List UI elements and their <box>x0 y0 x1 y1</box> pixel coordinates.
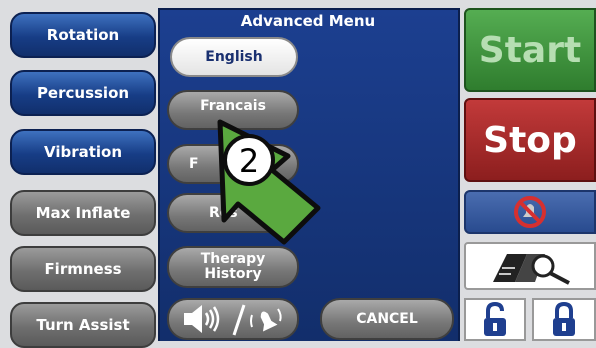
sound-alarm-button[interactable] <box>167 298 299 340</box>
speaker-bell-icons <box>184 304 282 336</box>
start-button[interactable]: Start <box>464 8 596 92</box>
cancel-button[interactable]: CANCEL <box>320 298 454 340</box>
unlock-button[interactable] <box>464 298 526 341</box>
unlocked-padlock-icon <box>484 301 506 336</box>
max-inflate-label: Max Inflate <box>35 204 131 222</box>
speaker-icon <box>184 305 220 333</box>
rotation-button[interactable]: Rotation <box>10 12 156 58</box>
percussion-label: Percussion <box>36 84 130 102</box>
stop-button[interactable]: Stop <box>464 98 596 182</box>
firmness-label: Firmness <box>44 260 122 278</box>
lock-button[interactable] <box>532 298 596 341</box>
firmness-button[interactable]: Firmness <box>10 246 156 292</box>
vibration-label: Vibration <box>43 143 123 161</box>
percussion-button[interactable]: Percussion <box>10 70 156 116</box>
book-magnifier-icon <box>493 254 570 285</box>
vibration-button[interactable]: Vibration <box>10 129 156 175</box>
step-arrow-overlay: 2 <box>217 119 321 245</box>
english-label: English <box>205 48 263 65</box>
max-inflate-button[interactable]: Max Inflate <box>10 190 156 236</box>
no-alarm-icon <box>514 196 546 228</box>
turn-assist-label: Turn Assist <box>36 316 130 334</box>
cancel-label: CANCEL <box>356 310 418 327</box>
panel-title: Advanced Menu <box>240 12 376 30</box>
locked-padlock-icon <box>553 301 575 336</box>
english-button[interactable]: English <box>170 37 298 77</box>
bell-icon <box>250 308 282 332</box>
start-label: Start <box>478 29 582 71</box>
mute-alarm-button[interactable] <box>464 190 596 234</box>
step-number: 2 <box>239 142 259 180</box>
stop-label: Stop <box>483 119 577 161</box>
manual-button[interactable] <box>464 242 596 290</box>
turn-assist-button[interactable]: Turn Assist <box>10 302 156 348</box>
rotation-label: Rotation <box>46 26 120 44</box>
